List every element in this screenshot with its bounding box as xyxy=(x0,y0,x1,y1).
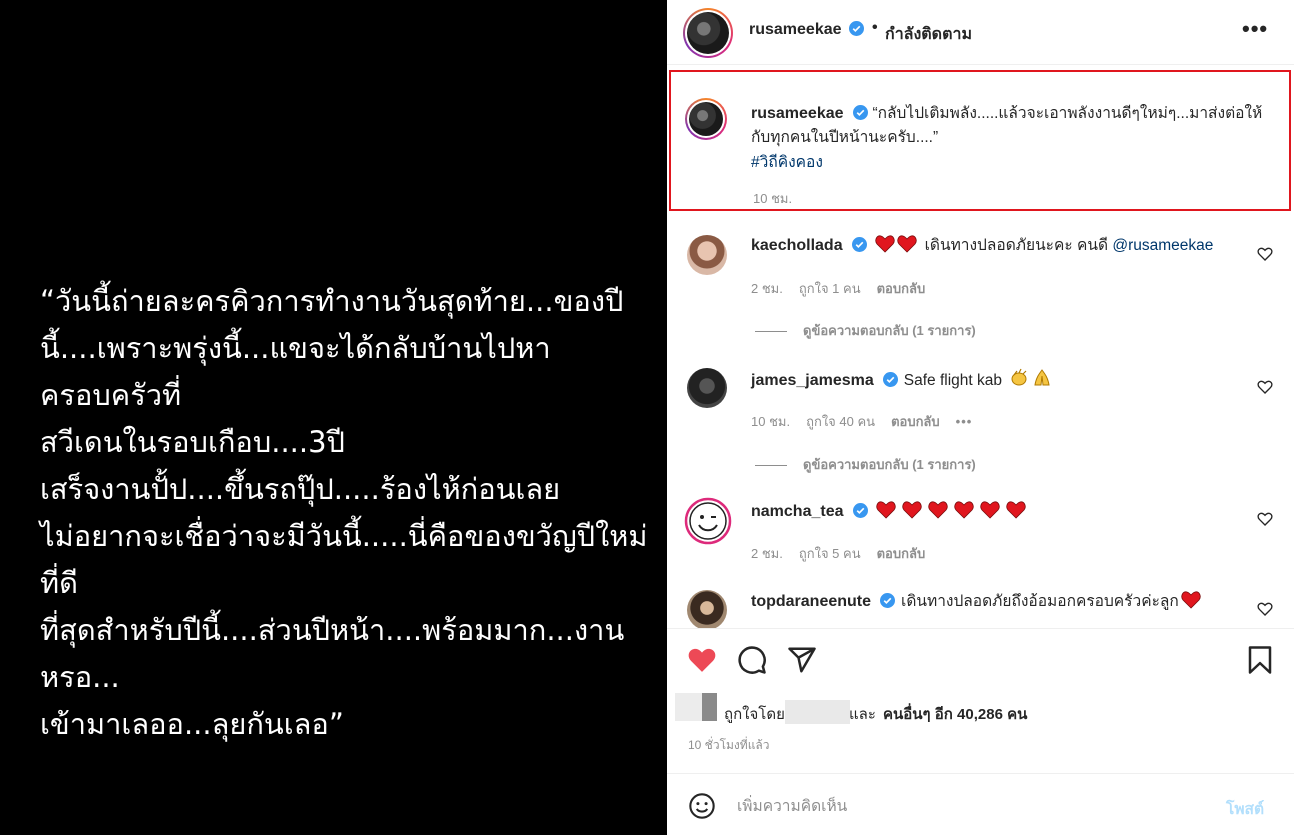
like-comment-heart-icon[interactable] xyxy=(1257,246,1273,262)
comment-time[interactable]: 2 ชม. xyxy=(751,281,783,296)
like-comment-heart-icon[interactable] xyxy=(1257,379,1273,395)
comment-body: topdaraneenute เดินทางปลอดภัยถึงอ้อมอกครอ… xyxy=(751,591,1251,613)
header-avatar[interactable] xyxy=(683,8,733,58)
red-heart-emoji-icon xyxy=(875,235,895,253)
heart-emoji-row xyxy=(874,501,1030,520)
view-replies-label: ดูข้อความตอบกลับ (1 รายการ) xyxy=(803,457,976,472)
header-username-group[interactable]: rusameekae xyxy=(749,21,864,39)
comment-username[interactable]: kaechollada xyxy=(751,237,843,254)
comment-text: Safe flight kab xyxy=(903,372,1002,389)
view-replies-label: ดูข้อความตอบกลับ (1 รายการ) xyxy=(803,323,976,338)
caption-avatar[interactable] xyxy=(685,98,727,140)
comment-username[interactable]: james_jamesma xyxy=(751,372,874,389)
caption-hashtag[interactable]: #วิถีคิงคอง xyxy=(751,149,823,174)
likes-summary: ถูกใจโดย และ คนอื่นๆ อีก 40,286 คน xyxy=(667,692,1294,732)
verified-badge-icon xyxy=(848,21,864,36)
red-heart-emoji-icon xyxy=(897,235,917,253)
comment-body: kaechollada เดินทางปลอดภัยนะคะ คนดี @rusa… xyxy=(751,235,1251,257)
verified-badge-icon xyxy=(882,372,898,387)
replies-line xyxy=(755,331,787,333)
likes-and-label: และ xyxy=(849,706,876,723)
comment-item: topdaraneenute เดินทางปลอดภัยถึงอ้อมอกครอ… xyxy=(667,590,1294,628)
comment-text: เดินทางปลอดภัยนะคะ คนดี xyxy=(924,237,1109,254)
comment-likes[interactable]: ถูกใจ 1 คน xyxy=(799,281,861,296)
caption-time[interactable]: 10 ชม. xyxy=(753,188,792,209)
post-header: rusameekae • กำลังติดตาม ••• xyxy=(667,0,1294,65)
comment-meta: 2 ชม. ถูกใจ 5 คน ตอบกลับ xyxy=(751,543,941,564)
like-comment-heart-icon[interactable] xyxy=(1257,511,1273,527)
liker-name-redacted[interactable] xyxy=(785,700,850,724)
comment-icon[interactable] xyxy=(737,645,767,675)
comment-meta: 2 ชม. ถูกใจ 1 คน ตอบกลับ xyxy=(751,278,941,299)
post-action-bar xyxy=(667,628,1294,688)
comment-avatar-smiley[interactable] xyxy=(683,497,733,545)
comment-more-options[interactable]: ••• xyxy=(956,414,973,429)
media-quote-text: “วันนี้ถ่ายละครคิวการทำงานวันสุดท้าย...ข… xyxy=(40,284,648,741)
following-button[interactable]: กำลังติดตาม xyxy=(885,22,972,47)
comment-avatar[interactable] xyxy=(687,590,727,628)
red-heart-emoji-icon xyxy=(875,501,896,519)
caption-highlight: rusameekae “กลับไปเติมพลัง.....แล้วจะเอาพ… xyxy=(669,70,1291,211)
comment-likes[interactable]: ถูกใจ 40 คน xyxy=(806,414,875,429)
comment-avatar[interactable] xyxy=(687,368,727,408)
red-heart-emoji-icon xyxy=(953,501,974,519)
liker-avatar-redacted-part xyxy=(702,693,717,721)
verified-badge-icon xyxy=(880,593,896,608)
red-heart-emoji-icon xyxy=(1181,591,1201,609)
reply-button[interactable]: ตอบกลับ xyxy=(891,414,940,429)
comment-body: namcha_tea xyxy=(751,501,1251,523)
red-heart-emoji-icon xyxy=(901,501,922,519)
likes-others-count[interactable]: คนอื่นๆ อีก 40,286 คน xyxy=(883,702,1027,726)
header-separator: • xyxy=(872,19,878,36)
emoji-picker-icon[interactable] xyxy=(688,792,716,820)
comment-time[interactable]: 2 ชม. xyxy=(751,546,783,561)
view-replies-button[interactable]: ดูข้อความตอบกลับ (1 รายการ) xyxy=(755,320,976,341)
caption-text-block: rusameekae “กลับไปเติมพลัง.....แล้วจะเอาพ… xyxy=(751,102,1276,150)
comment-mention[interactable]: @rusameekae xyxy=(1112,237,1213,254)
reply-button[interactable]: ตอบกลับ xyxy=(877,281,926,296)
clapping-hands-emoji-icon xyxy=(1011,368,1027,386)
liked-by-label: ถูกใจโดย xyxy=(724,706,785,723)
view-replies-button[interactable]: ดูข้อความตอบกลับ (1 รายการ) xyxy=(755,454,976,475)
comment-likes[interactable]: ถูกใจ 5 คน xyxy=(799,546,861,561)
add-comment-bar: โพสต์ xyxy=(667,773,1294,835)
folded-hands-emoji-icon xyxy=(1034,369,1050,386)
red-heart-emoji-icon xyxy=(927,501,948,519)
add-comment-input[interactable] xyxy=(737,792,1207,820)
comment-time[interactable]: 10 ชม. xyxy=(751,414,790,429)
red-heart-emoji-icon xyxy=(979,501,1000,519)
reply-button[interactable]: ตอบกลับ xyxy=(877,546,926,561)
comment-username[interactable]: namcha_tea xyxy=(751,503,844,520)
comment-username[interactable]: topdaraneenute xyxy=(751,593,871,610)
caption-username[interactable]: rusameekae xyxy=(751,105,844,122)
post-timestamp[interactable]: 10 ชั่วโมงที่แล้ว xyxy=(688,736,770,755)
verified-badge-icon xyxy=(852,503,868,518)
comment-text: เดินทางปลอดภัยถึงอ้อมอกครอบครัวค่ะลูก xyxy=(901,593,1179,610)
replies-line xyxy=(755,465,787,467)
post-media: “วันนี้ถ่ายละครคิวการทำงานวันสุดท้าย...ข… xyxy=(0,0,667,835)
share-icon[interactable] xyxy=(787,645,817,675)
verified-badge-icon xyxy=(851,237,867,252)
save-bookmark-icon[interactable] xyxy=(1245,645,1275,675)
comment-avatar[interactable] xyxy=(687,235,727,275)
more-options-button[interactable]: ••• xyxy=(1242,18,1272,44)
liked-heart-icon[interactable] xyxy=(687,645,717,675)
red-heart-emoji-icon xyxy=(1005,501,1026,519)
post-comment-button[interactable]: โพสต์ xyxy=(1226,796,1264,821)
post-details-panel: rusameekae • กำลังติดตาม ••• rusameekae “… xyxy=(667,0,1294,835)
comment-meta: 10 ชม. ถูกใจ 40 คน ตอบกลับ ••• xyxy=(751,411,988,432)
like-comment-heart-icon[interactable] xyxy=(1257,601,1273,617)
comment-body: james_jamesma Safe flight kab xyxy=(751,368,1251,392)
header-username[interactable]: rusameekae xyxy=(749,21,842,38)
verified-badge-icon xyxy=(852,105,868,120)
